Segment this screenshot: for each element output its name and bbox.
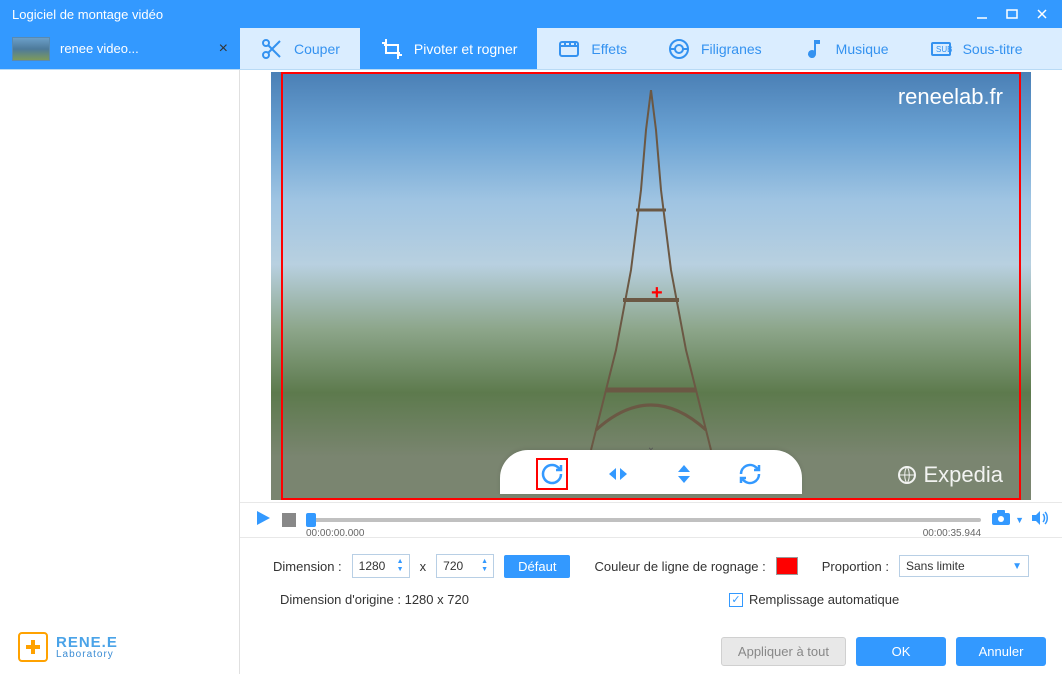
original-dimension-label: Dimension d'origine : 1280 x 720 xyxy=(280,592,469,607)
sidebar xyxy=(0,70,240,674)
logo-sub-text: Laboratory xyxy=(56,650,118,660)
flip-horizontal-button[interactable] xyxy=(602,458,634,490)
height-spinner[interactable]: ▲▼ xyxy=(481,558,491,574)
subtitle-icon: SUB xyxy=(929,37,953,61)
mode-label: Musique xyxy=(836,41,889,57)
height-input[interactable]: 720 ▲▼ xyxy=(436,554,494,578)
timeline: 00:00:00.000 00:00:35.944 ▼ xyxy=(240,502,1062,538)
snapshot-dropdown[interactable]: ▼ xyxy=(1015,515,1024,525)
autofill-checkbox-wrap[interactable]: ✓ Remplissage automatique xyxy=(729,592,899,607)
content: reneelab.fr Expedia + ⌄ xyxy=(240,70,1062,674)
mode-tabs: Couper Pivoter et rogner Effets Filigran… xyxy=(240,28,1062,69)
music-note-icon xyxy=(802,37,826,61)
width-spinner[interactable]: ▲▼ xyxy=(397,558,407,574)
mode-watermark[interactable]: Filigranes xyxy=(647,28,782,69)
volume-button[interactable] xyxy=(1030,509,1048,532)
snapshot-button[interactable] xyxy=(991,509,1013,532)
window-title: Logiciel de montage vidéo xyxy=(12,7,163,22)
autofill-checkbox[interactable]: ✓ xyxy=(729,593,743,607)
apply-all-button[interactable]: Appliquer à tout xyxy=(721,637,846,666)
mode-music[interactable]: Musique xyxy=(782,28,909,69)
toolbar-collapse-handle[interactable]: ⌄ xyxy=(647,442,655,453)
play-button[interactable] xyxy=(254,509,272,532)
reset-rotate-button[interactable] xyxy=(734,458,766,490)
mode-cut[interactable]: Couper xyxy=(240,28,360,69)
controls-panel: Dimension : 1280 ▲▼ x 720 ▲▼ Défaut Coul… xyxy=(240,538,1062,637)
mode-label: Filigranes xyxy=(701,41,762,57)
crop-center-marker[interactable]: + xyxy=(651,282,663,305)
cancel-button[interactable]: Annuler xyxy=(956,637,1046,666)
time-start: 00:00:00.000 xyxy=(306,528,364,539)
tab-label: renee video... xyxy=(60,41,228,56)
mode-label: Pivoter et rogner xyxy=(414,41,518,57)
dim-separator: x xyxy=(420,559,427,574)
timeline-track[interactable]: 00:00:00.000 00:00:35.944 xyxy=(306,518,981,522)
ok-button[interactable]: OK xyxy=(856,637,946,666)
crop-color-picker[interactable] xyxy=(776,557,798,575)
crop-rotate-icon xyxy=(380,37,404,61)
tab-close-button[interactable]: × xyxy=(219,40,228,58)
brand-logo: RENE.E Laboratory xyxy=(18,632,118,662)
rotate-toolbar: ⌄ xyxy=(500,450,802,494)
flip-vertical-button[interactable] xyxy=(668,458,700,490)
mode-label: Effets xyxy=(591,41,627,57)
file-tab[interactable]: renee video... × xyxy=(0,28,240,69)
timeline-playhead[interactable] xyxy=(306,513,316,527)
titlebar: Logiciel de montage vidéo xyxy=(0,0,1062,28)
close-button[interactable] xyxy=(1028,4,1056,24)
scissors-icon xyxy=(260,37,284,61)
time-end: 00:00:35.944 xyxy=(923,528,981,539)
bottom-bar: Appliquer à tout OK Annuler xyxy=(240,629,1062,674)
stop-button[interactable] xyxy=(282,513,296,527)
proportion-label: Proportion : xyxy=(822,559,889,574)
mode-label: Sous-titre xyxy=(963,41,1023,57)
preview-container: reneelab.fr Expedia + ⌄ xyxy=(240,70,1062,502)
minimize-button[interactable] xyxy=(968,4,996,24)
window-controls xyxy=(968,4,1056,24)
mode-label: Couper xyxy=(294,41,340,57)
proportion-select[interactable]: Sans limite ▼ xyxy=(899,555,1029,577)
rotate-cw-button[interactable] xyxy=(536,458,568,490)
dimension-label: Dimension : xyxy=(273,559,342,574)
crop-color-label: Couleur de ligne de rognage : xyxy=(594,559,765,574)
watermark-icon xyxy=(667,37,691,61)
maximize-button[interactable] xyxy=(998,4,1026,24)
effects-icon xyxy=(557,37,581,61)
mode-subtitle[interactable]: SUB Sous-titre xyxy=(909,28,1043,69)
main-area: reneelab.fr Expedia + ⌄ xyxy=(0,70,1062,674)
default-button[interactable]: Défaut xyxy=(504,555,570,578)
mode-effects[interactable]: Effets xyxy=(537,28,647,69)
svg-text:SUB: SUB xyxy=(936,45,952,54)
toolbar-row: renee video... × Couper Pivoter et rogne… xyxy=(0,28,1062,70)
chevron-down-icon: ▼ xyxy=(1012,561,1022,572)
mode-rotate-crop[interactable]: Pivoter et rogner xyxy=(360,28,538,69)
tab-thumbnail xyxy=(12,37,50,61)
logo-main-text: RENE.E xyxy=(56,635,118,650)
logo-icon xyxy=(18,632,48,662)
autofill-label: Remplissage automatique xyxy=(749,592,899,607)
video-preview[interactable]: reneelab.fr Expedia + ⌄ xyxy=(271,72,1031,500)
width-input[interactable]: 1280 ▲▼ xyxy=(352,554,410,578)
